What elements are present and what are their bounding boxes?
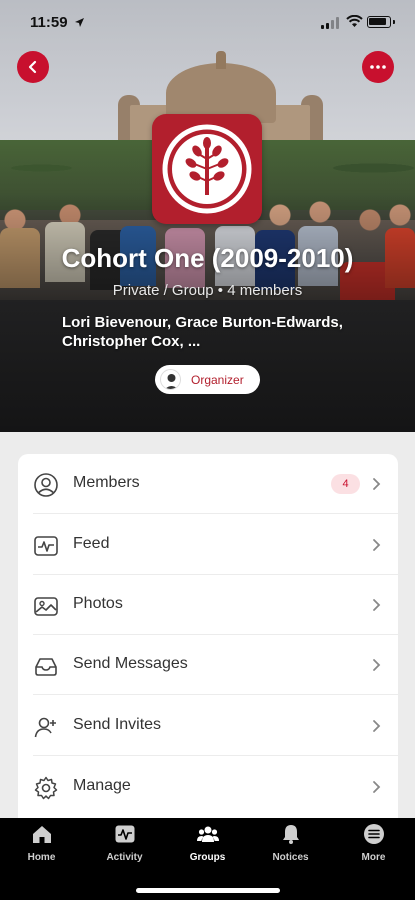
menu-item-label: Send Invites — [73, 716, 162, 733]
group-menu: Members 4 Feed Photos Send Messages Send… — [18, 454, 398, 818]
tab-label: More — [361, 852, 386, 863]
cell-signal-icon — [321, 17, 339, 29]
home-icon — [32, 826, 51, 843]
chevron-right-icon — [373, 478, 381, 490]
menu-item-manage[interactable]: Manage — [18, 757, 398, 817]
bell-icon — [282, 825, 299, 844]
chevron-right-icon — [373, 720, 381, 732]
tab-home[interactable]: Home — [0, 823, 83, 873]
feed-icon — [34, 536, 58, 556]
tab-label: Groups — [189, 852, 226, 863]
menu-item-label: Feed — [73, 535, 110, 552]
tab-more[interactable]: More — [332, 823, 415, 873]
menu-item-feed[interactable]: Feed — [18, 515, 398, 575]
status-time: 11:59 — [30, 14, 68, 31]
menu-item-send-messages[interactable]: Send Messages — [18, 635, 398, 695]
options-button[interactable] — [362, 51, 394, 83]
group-meta: Private / Group • 4 members — [112, 282, 303, 299]
back-button[interactable] — [17, 51, 49, 83]
chevron-right-icon — [373, 781, 381, 793]
chevron-right-icon — [373, 659, 381, 671]
chevron-right-icon — [373, 539, 381, 551]
menu-item-label: Members — [73, 474, 140, 491]
person-avatar-icon — [165, 374, 178, 389]
gear-icon — [34, 776, 58, 800]
ellipsis-icon — [370, 65, 386, 69]
organizer-avatar — [160, 369, 181, 390]
menu-item-label: Send Messages — [73, 655, 188, 672]
group-title: Cohort One (2009-2010) — [61, 243, 354, 273]
tab-label: Home — [27, 852, 56, 863]
tab-label: Activity — [106, 852, 143, 863]
chevron-left-icon — [28, 60, 37, 74]
groups-icon — [196, 826, 219, 842]
tab-label: Notices — [272, 852, 309, 863]
group-avatar — [152, 114, 262, 224]
chevron-right-icon — [373, 599, 381, 611]
more-icon — [363, 824, 384, 844]
menu-item-photos[interactable]: Photos — [18, 575, 398, 635]
home-indicator — [136, 888, 280, 893]
menu-item-members[interactable]: Members 4 — [18, 454, 398, 514]
add-user-icon — [34, 717, 56, 738]
tree-logo-icon — [162, 124, 252, 214]
inbox-icon — [35, 658, 57, 676]
tab-groups[interactable]: Groups — [166, 823, 249, 873]
location-arrow-icon — [75, 18, 84, 27]
battery-icon — [367, 16, 391, 28]
status-bar: 11:59 — [0, 0, 415, 44]
organizer-label: Organizer — [191, 372, 244, 387]
menu-item-label: Manage — [73, 777, 131, 794]
photos-icon — [34, 597, 58, 616]
activity-icon — [115, 825, 134, 843]
tab-notices[interactable]: Notices — [249, 823, 332, 873]
members-icon — [34, 473, 58, 497]
menu-item-label: Photos — [73, 595, 123, 612]
wifi-icon — [346, 15, 363, 27]
member-names[interactable]: Lori Bievenour, Grace Burton-Edwards, Ch… — [62, 313, 382, 351]
members-count-badge: 4 — [331, 474, 360, 494]
organizer-button[interactable]: Organizer — [155, 365, 260, 394]
tab-activity[interactable]: Activity — [83, 823, 166, 873]
menu-item-send-invites[interactable]: Send Invites — [18, 696, 398, 756]
